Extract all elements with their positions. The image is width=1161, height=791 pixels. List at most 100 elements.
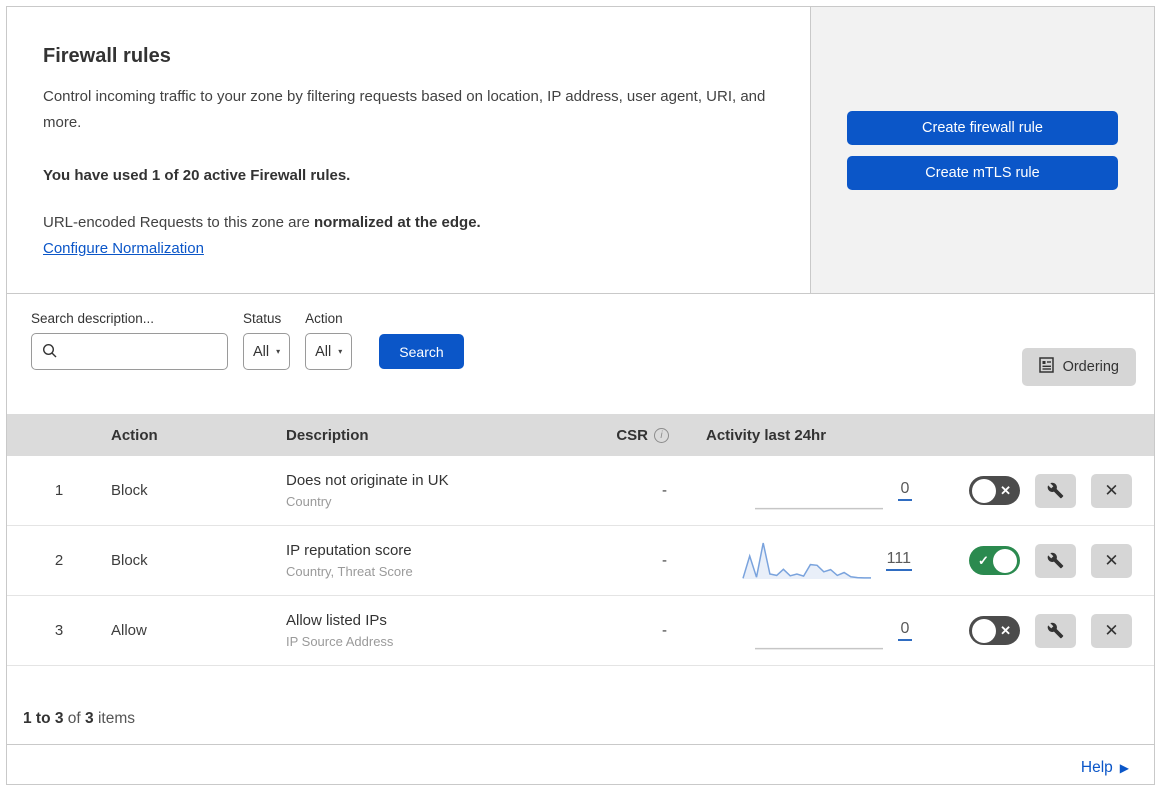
toggle-knob-icon (972, 618, 996, 643)
rule-criteria: IP Source Address (286, 634, 394, 649)
activity-sparkline (754, 610, 884, 652)
rule-action: Block (111, 482, 148, 499)
table-row: 1 Block Does not originate in UK Country… (7, 456, 1154, 526)
usage-summary: You have used 1 of 20 active Firewall ru… (43, 166, 351, 184)
rule-priority: 2 (54, 552, 64, 569)
close-icon: ✕ (1104, 620, 1119, 640)
rule-toggle[interactable]: ✓ (969, 546, 1020, 575)
normalization-note: URL-encoded Requests to this zone are no… (43, 214, 774, 231)
help-label: Help (1080, 759, 1113, 776)
status-label: Status (243, 311, 282, 326)
toggle-state-icon: ✕ (1000, 622, 1011, 638)
action-column-header: Action (111, 426, 158, 444)
rule-controls: ✕ ✕ (912, 473, 1154, 508)
rule-description: Does not originate in UK (286, 472, 449, 489)
wrench-icon (1047, 552, 1064, 569)
table-row: 2 Block IP reputation score Country, Thr… (7, 526, 1154, 596)
search-input[interactable] (31, 333, 228, 370)
help-row: Help ▶ (7, 744, 1154, 784)
configure-normalization-link[interactable]: Configure Normalization (43, 240, 204, 257)
search-group: Search description... (31, 311, 228, 370)
rule-description-cell: IP reputation score Country, Threat Scor… (286, 542, 607, 579)
rule-priority: 3 (54, 622, 64, 639)
activity-count-link[interactable]: 111 (885, 550, 912, 571)
items-label: items (97, 710, 136, 727)
description-column-header: Description (286, 426, 369, 444)
toggle-knob-icon (993, 548, 1017, 573)
items-range: 1 to 3 (23, 710, 64, 727)
search-button[interactable]: Search (379, 334, 464, 369)
rule-toggle[interactable]: ✕ (969, 476, 1020, 505)
delete-rule-button[interactable]: ✕ (1091, 473, 1132, 508)
action-selected-value: All (315, 343, 332, 360)
search-label: Search description... (31, 311, 155, 326)
activity-column-header: Activity last 24hr (706, 426, 827, 444)
normalization-bold-text: normalized at the edge. (314, 213, 481, 231)
edit-rule-button[interactable] (1035, 613, 1076, 648)
action-select[interactable]: All ▾ (305, 333, 353, 370)
table-header: Action Description CSR i Activity last 2… (7, 414, 1154, 456)
csr-column-header: CSR i (607, 427, 669, 444)
rule-criteria: Country, Threat Score (286, 564, 413, 579)
toggle-knob-icon (972, 478, 996, 503)
delete-rule-button[interactable]: ✕ (1091, 613, 1132, 648)
edit-rule-button[interactable] (1035, 473, 1076, 508)
rule-priority: 1 (54, 482, 64, 499)
action-filter-group: Action All ▾ (305, 311, 353, 370)
status-selected-value: All (253, 343, 270, 360)
items-of-label: of (67, 710, 81, 727)
rule-csr-value: - (662, 622, 667, 639)
page-description: Control incoming traffic to your zone by… (43, 88, 766, 132)
toggle-state-icon: ✓ (978, 552, 989, 568)
ordering-list-icon (1038, 357, 1054, 377)
rule-action: Allow (111, 622, 147, 639)
delete-rule-button[interactable]: ✕ (1091, 543, 1132, 578)
create-firewall-rule-button[interactable]: Create firewall rule (847, 110, 1118, 145)
intro-block: Firewall rules Control incoming traffic … (7, 7, 810, 293)
rule-csr-value: - (662, 552, 667, 569)
rule-criteria: Country (286, 494, 332, 509)
ordering-button-label: Ordering (1062, 359, 1119, 375)
info-icon[interactable]: i (654, 427, 669, 443)
close-icon: ✕ (1104, 480, 1119, 500)
edit-rule-button[interactable] (1035, 543, 1076, 578)
toggle-state-icon: ✕ (1000, 482, 1011, 498)
status-select[interactable]: All ▾ (243, 333, 291, 370)
table-row: 3 Allow Allow listed IPs IP Source Addre… (7, 596, 1154, 666)
chevron-down-icon: ▾ (338, 347, 343, 356)
rule-activity-cell: 0 (669, 470, 912, 512)
create-mtls-rule-button[interactable]: Create mTLS rule (847, 155, 1118, 190)
normalization-text: URL-encoded Requests to this zone are (43, 213, 314, 231)
activity-count-link[interactable]: 0 (898, 620, 912, 641)
wrench-icon (1047, 482, 1064, 499)
rule-controls: ✓ ✕ (912, 543, 1154, 578)
rule-description: IP reputation score (286, 542, 412, 559)
rule-description-cell: Allow listed IPs IP Source Address (286, 612, 607, 649)
activity-sparkline (754, 470, 884, 512)
page-title: Firewall rules (43, 45, 171, 67)
activity-count-link[interactable]: 0 (898, 480, 912, 501)
wrench-icon (1047, 622, 1064, 639)
filter-bar: Search description... Status All ▾ Actio… (7, 294, 1154, 414)
actions-panel: Create firewall rule Create mTLS rule (810, 7, 1154, 293)
rule-csr-value: - (662, 482, 667, 499)
rule-toggle[interactable]: ✕ (969, 616, 1020, 645)
header-section: Firewall rules Control incoming traffic … (7, 7, 1154, 294)
search-icon (42, 343, 58, 364)
rule-action: Block (111, 552, 148, 569)
chevron-down-icon: ▾ (276, 347, 281, 356)
table-body: 1 Block Does not originate in UK Country… (7, 456, 1154, 666)
help-link[interactable]: Help ▶ (1081, 759, 1129, 777)
rule-description-cell: Does not originate in UK Country (286, 472, 607, 509)
action-label: Action (305, 311, 343, 326)
rule-controls: ✕ ✕ (912, 613, 1154, 648)
help-arrow-icon: ▶ (1119, 761, 1129, 775)
pagination-summary: 1 to 3 of 3 items (7, 666, 1154, 744)
status-filter-group: Status All ▾ (243, 311, 291, 370)
close-icon: ✕ (1104, 550, 1119, 570)
items-total: 3 (85, 710, 94, 727)
csr-header-label: CSR (616, 426, 648, 444)
firewall-rules-card: Firewall rules Control incoming traffic … (6, 6, 1155, 785)
activity-sparkline (741, 540, 872, 582)
ordering-button[interactable]: Ordering (1021, 348, 1136, 386)
